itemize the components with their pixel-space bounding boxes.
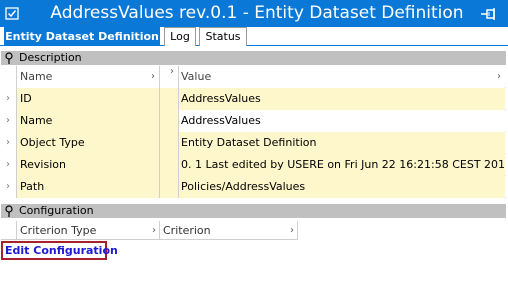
row-selector[interactable]: › xyxy=(1,110,17,132)
row-selector[interactable]: › xyxy=(1,88,17,110)
edit-configuration-link[interactable]: Edit Configuration xyxy=(1,241,118,260)
row-value: Policies/AddressValues xyxy=(179,176,505,198)
row-spacer xyxy=(160,88,179,110)
column-header-name-label: Name xyxy=(20,70,53,83)
pin-icon[interactable] xyxy=(5,52,13,64)
configuration-section-header[interactable]: Configuration xyxy=(1,204,506,218)
row-spacer xyxy=(160,176,179,198)
row-selector[interactable]: › xyxy=(1,132,17,154)
row-value: AddressValues xyxy=(179,88,505,110)
row-value-input[interactable]: AddressValues xyxy=(179,110,505,132)
row-value: 0. 1 Last edited by USERE on Fri Jun 22 … xyxy=(179,154,505,176)
chevron-right-icon: › xyxy=(6,159,10,170)
column-header-value-label: Value xyxy=(181,70,212,83)
row-name: Path xyxy=(17,176,160,198)
chevron-right-icon: › xyxy=(290,225,294,236)
chevron-right-icon: › xyxy=(6,137,10,148)
chevron-right-icon: › xyxy=(151,71,155,82)
table-row[interactable]: › ID AddressValues xyxy=(1,88,506,110)
row-selector xyxy=(1,221,17,240)
chevron-right-icon: › xyxy=(497,71,501,82)
tab-log[interactable]: Log xyxy=(164,27,196,46)
column-header-criterion-type-label: Criterion Type xyxy=(20,224,97,237)
row-name: Name xyxy=(17,110,160,132)
title-bar: AddressValues rev.0.1 - Entity Dataset D… xyxy=(0,0,508,27)
row-spacer xyxy=(160,110,179,132)
row-selector[interactable]: › xyxy=(1,154,17,176)
configuration-section-label: Configuration xyxy=(19,204,94,217)
column-header-criterion[interactable]: Criterion › xyxy=(160,221,298,240)
description-section-header[interactable]: Description xyxy=(1,51,506,65)
window-title: AddressValues rev.0.1 - Entity Dataset D… xyxy=(50,3,464,23)
column-header-criterion-label: Criterion xyxy=(163,224,211,237)
row-name: Object Type xyxy=(17,132,160,154)
tab-status[interactable]: Status xyxy=(199,27,247,46)
row-selector[interactable]: › xyxy=(1,176,17,198)
table-row[interactable]: › Path Policies/AddressValues xyxy=(1,176,506,198)
row-name: ID xyxy=(17,88,160,110)
table-row[interactable]: › Revision 0. 1 Last edited by USERE on … xyxy=(1,154,506,176)
chevron-right-icon: › xyxy=(6,181,10,192)
tab-strip: Entity Dataset Definition Log Status xyxy=(0,26,508,46)
row-name: Revision xyxy=(17,154,160,176)
tab-entity-dataset-definition[interactable]: Entity Dataset Definition xyxy=(4,26,160,46)
row-spacer xyxy=(160,154,179,176)
column-header-criterion-type[interactable]: Criterion Type › xyxy=(17,221,160,240)
row-value: Entity Dataset Definition xyxy=(179,132,505,154)
table-row[interactable]: › Object Type Entity Dataset Definition xyxy=(1,132,506,154)
table-row[interactable]: › Name AddressValues xyxy=(1,110,506,132)
row-spacer xyxy=(160,132,179,154)
chevron-right-icon: › xyxy=(152,225,156,236)
configuration-grid-header: Criterion Type › Criterion › xyxy=(1,221,298,240)
column-header-value[interactable]: Value › xyxy=(179,66,505,88)
chevron-right-icon: › xyxy=(6,93,10,104)
chevron-right-icon: › xyxy=(170,66,174,77)
pin-icon[interactable] xyxy=(480,7,498,21)
row-selector xyxy=(1,66,17,88)
column-header-spacer: › xyxy=(160,66,179,88)
column-header-name[interactable]: Name › xyxy=(17,66,160,88)
description-section-label: Description xyxy=(19,51,82,64)
chevron-right-icon: › xyxy=(6,115,10,126)
pin-icon[interactable] xyxy=(5,205,13,217)
grid-header-row: Name › › Value › xyxy=(1,66,506,88)
